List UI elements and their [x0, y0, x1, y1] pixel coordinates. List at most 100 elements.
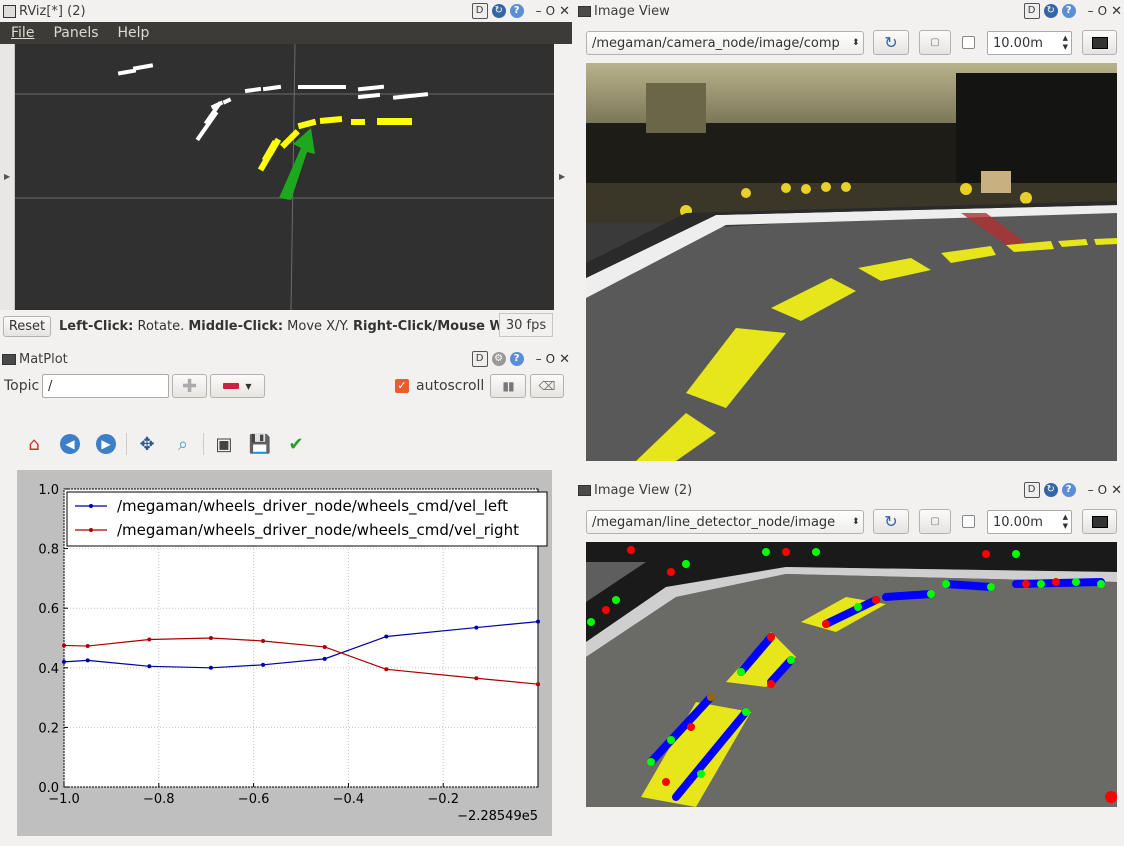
chevron-down-icon: ▼ — [245, 381, 252, 391]
data-point — [322, 644, 327, 649]
help-icon[interactable]: ? — [509, 4, 524, 18]
zoom-fit-icon: ▢ — [930, 516, 940, 527]
matplot-title: MatPlot — [19, 351, 68, 367]
save-icon[interactable]: 💾 — [248, 432, 272, 456]
edit-check-icon[interactable]: ✔ — [284, 432, 308, 456]
matplot-topic-row: Topic / ✚ ▼ ✓ autoscroll ▮▮ ⌫ — [0, 372, 574, 400]
dock-icon[interactable]: D — [471, 3, 488, 19]
save-image-button[interactable] — [1082, 509, 1117, 534]
robot-pose-arrow — [279, 128, 315, 200]
topic-label: Topic — [4, 378, 40, 394]
float-icon[interactable]: O — [1098, 4, 1107, 18]
hint-move: Move X/Y. — [283, 319, 354, 334]
distance-spinbox[interactable]: 10.00m ▲ ▼ — [987, 31, 1072, 55]
smooth-checkbox[interactable] — [962, 36, 975, 49]
data-point — [322, 656, 327, 661]
image-view-1-titlebar: Image View D ↻ ? – O ✕ — [578, 0, 1124, 22]
menu-panels[interactable]: Panels — [53, 25, 98, 41]
reset-button[interactable]: Reset — [3, 316, 51, 337]
clear-button[interactable]: ⌫ — [530, 374, 564, 398]
line-detector-frame — [586, 542, 1117, 807]
matplot-window-icon — [2, 353, 16, 365]
data-point — [384, 667, 389, 672]
y-tick-label: 0.4 — [38, 662, 59, 677]
save-image-icon — [1091, 36, 1108, 49]
close-icon[interactable]: ✕ — [1111, 4, 1122, 19]
pan-icon[interactable]: ✥ — [135, 432, 159, 456]
zoom-fit-button[interactable]: ▢ — [919, 509, 951, 534]
hint-rotate: Rotate. — [133, 319, 189, 334]
autoscroll-label: autoscroll — [416, 378, 485, 394]
camera-image[interactable] — [586, 63, 1117, 461]
rviz-status-text: Left-Click: Rotate. Middle-Click: Move X… — [59, 319, 499, 334]
x-tick-label: −0.2 — [427, 792, 459, 807]
pause-icon: ▮▮ — [502, 379, 514, 393]
dock-icon[interactable]: D — [1023, 3, 1040, 19]
reload-icon[interactable]: ↻ — [1043, 4, 1058, 18]
data-point — [85, 658, 90, 663]
hint-middle-click: Middle-Click: — [188, 319, 284, 334]
x-tick-label: −1.0 — [48, 792, 80, 807]
right-horizontal-splitter[interactable] — [578, 470, 1124, 478]
right-splitter-handle[interactable]: ▶ — [554, 44, 572, 310]
zoom-fit-button[interactable]: ▢ — [919, 30, 951, 55]
refresh-topics-button[interactable]: ↻ — [873, 509, 909, 534]
data-point — [474, 625, 479, 630]
reload-icon[interactable]: ↻ — [1043, 483, 1058, 497]
image-view-icon — [578, 5, 591, 17]
close-icon[interactable]: ✕ — [559, 352, 570, 367]
pause-button[interactable]: ▮▮ — [490, 374, 526, 398]
y-tick-label: 1.0 — [38, 483, 59, 498]
rviz-window: RViz[*] (2) D ↻ ? – O ✕ File Panels Help… — [0, 0, 572, 340]
image-topic-select[interactable]: /megaman/line_detector_node/image ⬍ — [586, 510, 864, 534]
hint-right-click: Right-Click/Mouse W — [353, 319, 499, 334]
float-icon[interactable]: O — [1098, 483, 1107, 497]
help-icon[interactable]: ? — [1061, 483, 1076, 497]
x-tick-label: −0.4 — [333, 792, 365, 807]
data-point — [85, 644, 90, 649]
updown-icon: ⬍ — [852, 517, 860, 527]
float-icon[interactable]: O — [546, 4, 555, 18]
data-point — [261, 662, 266, 667]
subplots-config-icon[interactable]: ▣ — [212, 432, 236, 456]
home-icon[interactable]: ⌂ — [22, 432, 46, 456]
plot-canvas[interactable]: 0.0 0.2 0.4 0.6 0.8 1.0 −1.0 −0.8 −0.6 −0.4 −0.2 −2… — [17, 470, 552, 836]
help-icon[interactable]: ? — [1061, 4, 1076, 18]
zoom-icon[interactable]: ⌕ — [171, 432, 195, 456]
reload-icon[interactable]: ↻ — [491, 4, 506, 18]
dock-icon[interactable]: D — [1023, 482, 1040, 498]
refresh-topics-button[interactable]: ↻ — [873, 30, 909, 55]
forward-arrow-icon[interactable]: ▶ — [94, 432, 118, 456]
close-icon[interactable]: ✕ — [1111, 483, 1122, 498]
minus-icon — [223, 383, 240, 389]
left-splitter-handle[interactable]: ▶ — [0, 44, 15, 310]
distance-spinbox[interactable]: 10.00m ▲ ▼ — [987, 510, 1072, 534]
save-image-button[interactable] — [1082, 30, 1117, 55]
refresh-icon: ↻ — [884, 33, 898, 52]
smooth-checkbox[interactable] — [962, 515, 975, 528]
minimize-icon[interactable]: – — [536, 4, 542, 18]
updown-icon: ⬍ — [852, 38, 860, 48]
minimize-icon[interactable]: – — [1088, 4, 1094, 18]
topic-input[interactable]: / — [42, 374, 169, 398]
settings-gear-icon[interactable]: ⚙ — [491, 352, 506, 366]
add-topic-button[interactable]: ✚ — [172, 374, 207, 398]
float-icon[interactable]: O — [546, 352, 555, 366]
image-topic-value: /megaman/line_detector_node/image — [592, 514, 836, 530]
dock-icon[interactable]: D — [471, 351, 488, 367]
data-point — [62, 659, 66, 664]
minimize-icon[interactable]: – — [536, 352, 542, 366]
help-icon[interactable]: ? — [509, 352, 524, 366]
image-topic-select[interactable]: /megaman/camera_node/image/comp ⬍ — [586, 31, 864, 55]
plus-icon: ✚ — [181, 375, 198, 397]
line-detector-image[interactable] — [586, 542, 1117, 807]
autoscroll-checkbox[interactable]: ✓ — [395, 379, 409, 393]
menu-file[interactable]: File — [11, 25, 34, 41]
back-arrow-icon[interactable]: ◀ — [58, 432, 82, 456]
rviz-status-row: Reset Left-Click: Rotate. Middle-Click: … — [0, 313, 572, 339]
rviz-3d-viewport[interactable] — [15, 44, 554, 310]
minimize-icon[interactable]: – — [1088, 483, 1094, 497]
remove-topic-dropdown[interactable]: ▼ — [210, 374, 265, 398]
menu-help[interactable]: Help — [118, 25, 150, 41]
close-icon[interactable]: ✕ — [559, 4, 570, 19]
